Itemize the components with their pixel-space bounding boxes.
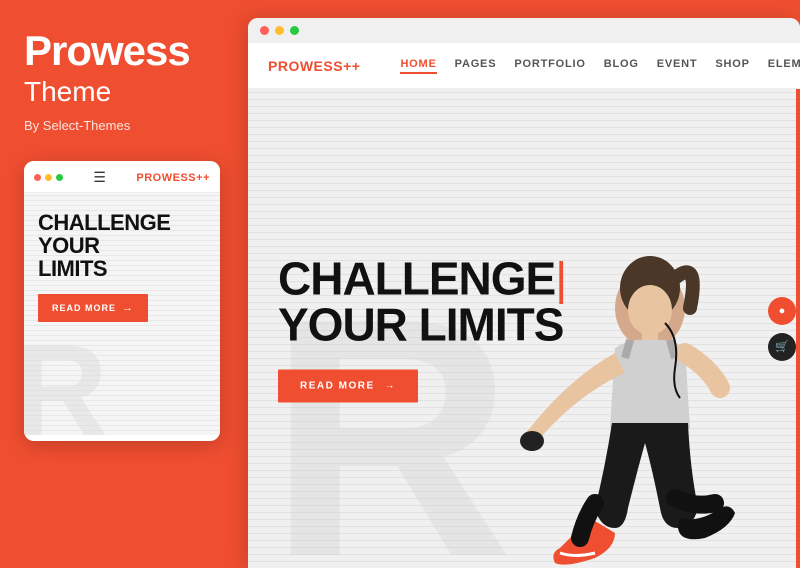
site-logo: PROWESS++ [268, 58, 360, 74]
mobile-preview: ☰ PROWESS++ R CHALLENGE YOUR LIMITS READ… [24, 161, 220, 441]
nav-item-home[interactable]: HOME [400, 58, 436, 74]
mobile-window-controls [34, 174, 63, 181]
cursor-icon: | [555, 252, 566, 304]
mobile-logo: PROWESS++ [136, 172, 210, 184]
site-navbar: PROWESS++ HOME PAGES PORTFOLIO BLOG EVEN… [248, 43, 800, 89]
nav-item-pages[interactable]: PAGES [455, 58, 497, 74]
nav-item-event[interactable]: EVENT [657, 58, 698, 74]
mobile-dot-yellow [45, 174, 52, 181]
desktop-preview: PROWESS++ HOME PAGES PORTFOLIO BLOG EVEN… [248, 18, 800, 568]
right-sidebar: ● 🛒 [768, 297, 796, 361]
mobile-read-more-button[interactable]: READ MORE → [38, 294, 148, 322]
site-nav: HOME PAGES PORTFOLIO BLOG EVENT SHOP ELE… [400, 58, 800, 74]
theme-by: By Select-Themes [24, 118, 224, 133]
social-icon-1[interactable]: ● [768, 297, 796, 325]
nav-item-elements[interactable]: ELEMENTS [768, 58, 800, 74]
hero-title-line2: YOUR LIMITS [278, 301, 566, 347]
theme-subtitle: Theme [24, 76, 224, 108]
browser-dot-green [290, 26, 299, 35]
browser-bar [248, 18, 800, 43]
mobile-topbar: ☰ PROWESS++ [24, 161, 220, 193]
mobile-logo-plus: ++ [196, 172, 210, 184]
browser-dot-red [260, 26, 269, 35]
mobile-hero-text: CHALLENGE YOUR LIMITS READ MORE → [38, 211, 170, 322]
hero-title: CHALLENGE| YOUR LIMITS [278, 255, 566, 347]
nav-item-shop[interactable]: SHOP [715, 58, 749, 74]
mobile-dot-red [34, 174, 41, 181]
theme-title: Prowess [24, 30, 224, 72]
nav-item-blog[interactable]: BLOG [604, 58, 639, 74]
mobile-dot-green [56, 174, 63, 181]
mobile-hamburger: ☰ [93, 169, 106, 186]
mobile-hero-title: CHALLENGE YOUR LIMITS [38, 211, 170, 280]
nav-item-portfolio[interactable]: PORTFOLIO [514, 58, 585, 74]
hero-section: R [248, 89, 800, 568]
left-panel: Prowess Theme By Select-Themes ☰ PROWESS… [0, 0, 248, 550]
read-more-button[interactable]: READ MORE → [278, 369, 418, 402]
mobile-hero-content: R CHALLENGE YOUR LIMITS READ MORE → [24, 193, 220, 435]
browser-dot-yellow [275, 26, 284, 35]
mobile-logo-text: PROWESS [136, 172, 196, 184]
hero-title-line1: CHALLENGE| [278, 255, 566, 301]
cart-sidebar-icon[interactable]: 🛒 [768, 333, 796, 361]
hero-content: CHALLENGE| YOUR LIMITS READ MORE → [278, 255, 566, 402]
arrow-right-icon: → [385, 380, 397, 391]
read-more-label: READ MORE [300, 380, 375, 391]
arrow-right-icon: → [122, 302, 134, 314]
